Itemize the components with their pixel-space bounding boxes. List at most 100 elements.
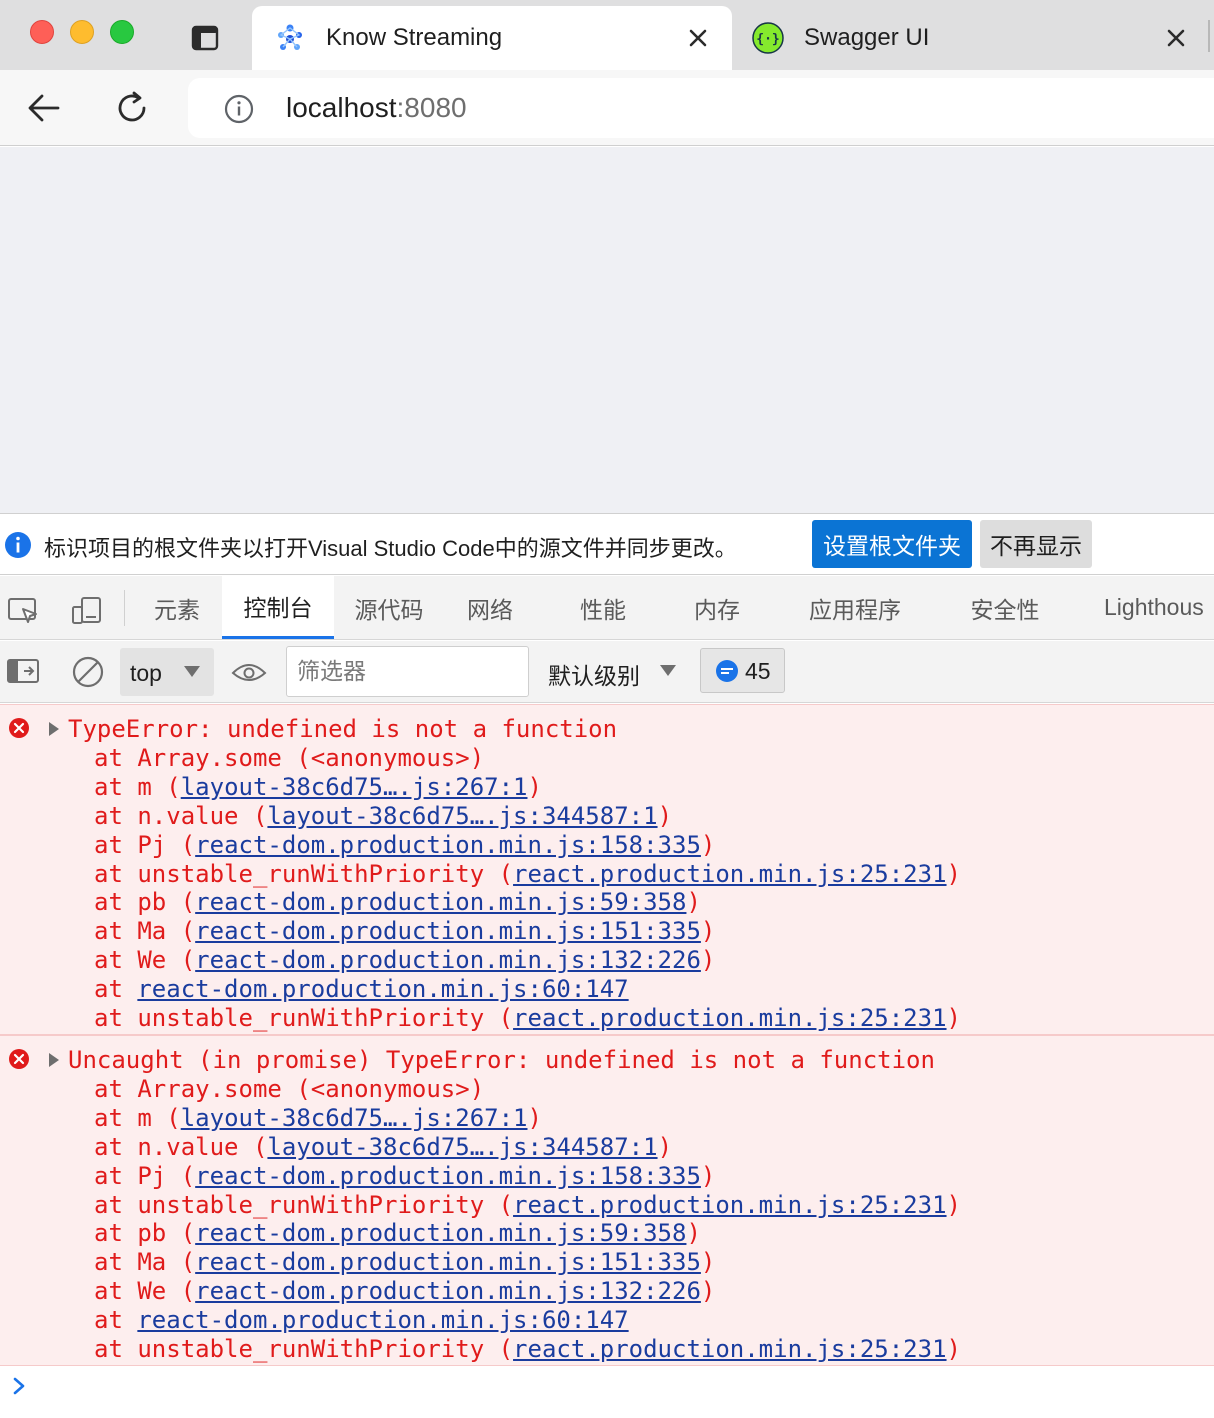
frame-at-keyword: at bbox=[94, 744, 138, 772]
console-error-message[interactable]: Uncaught (in promise) TypeError: undefin… bbox=[0, 1035, 1214, 1366]
address-bar[interactable]: localhost:8080 bbox=[188, 78, 1214, 138]
close-window-button[interactable] bbox=[30, 20, 54, 44]
show-sidebar-icon[interactable] bbox=[6, 657, 42, 687]
issues-chat-icon bbox=[716, 660, 738, 682]
tab-title: Know Streaming bbox=[326, 24, 503, 51]
stack-frame: at n.value (layout-38c6d75….js:344587:1) bbox=[94, 1132, 673, 1161]
frame-function-name: pb bbox=[137, 888, 167, 917]
context-selector[interactable]: top bbox=[120, 648, 214, 696]
stack-frame: at m (layout-38c6d75….js:267:1) bbox=[94, 772, 542, 801]
close-tab-icon[interactable] bbox=[686, 26, 710, 50]
reload-icon[interactable] bbox=[114, 90, 150, 126]
tab-elements[interactable]: 元素 bbox=[136, 576, 218, 639]
expand-triangle-icon[interactable] bbox=[48, 721, 60, 737]
frame-function-name: Ma bbox=[137, 1248, 167, 1277]
caret-down-icon[interactable] bbox=[660, 665, 676, 677]
source-location-link[interactable]: react.production.min.js:25:231 bbox=[513, 1004, 946, 1032]
frame-function-name: unstable_runWithPriority bbox=[137, 1335, 485, 1364]
source-location-link[interactable]: layout-38c6d75….js:344587:1 bbox=[267, 1133, 657, 1161]
device-toolbar-icon[interactable] bbox=[70, 594, 104, 628]
maximize-window-button[interactable] bbox=[110, 20, 134, 44]
source-location-link[interactable]: react-dom.production.min.js:132:226 bbox=[195, 1277, 701, 1305]
log-level-selector[interactable]: 默认级别 bbox=[548, 657, 640, 691]
minimize-window-button[interactable] bbox=[70, 20, 94, 44]
issues-counter-button[interactable]: 45 bbox=[700, 648, 785, 693]
source-location-link[interactable]: layout-38c6d75….js:267:1 bbox=[181, 773, 528, 801]
source-location-link[interactable]: react.production.min.js:25:231 bbox=[513, 860, 946, 888]
frame-anonymous-label: (<anonymous>) bbox=[296, 1075, 485, 1103]
tab-security[interactable]: 安全性 bbox=[956, 576, 1054, 639]
tab-performance[interactable]: 性能 bbox=[560, 576, 646, 639]
tab-memory[interactable]: 内存 bbox=[674, 576, 760, 639]
error-icon bbox=[9, 718, 29, 738]
source-location-link[interactable]: react.production.min.js:25:231 bbox=[513, 1191, 946, 1219]
source-location-link[interactable]: react-dom.production.min.js:60:147 bbox=[137, 975, 628, 1003]
frame-function-name: n.value bbox=[137, 801, 239, 830]
console-prompt-chevron-icon[interactable] bbox=[10, 1374, 30, 1398]
frame-at-keyword: at bbox=[94, 1248, 138, 1277]
issues-count: 45 bbox=[745, 658, 771, 684]
expand-triangle-icon[interactable] bbox=[48, 1052, 60, 1068]
source-location-link[interactable]: react-dom.production.min.js:59:358 bbox=[195, 888, 686, 916]
frame-at-keyword: at bbox=[94, 1103, 138, 1132]
caret-down-icon bbox=[184, 666, 200, 677]
browser-toolbar: localhost:8080 bbox=[0, 70, 1214, 146]
inspect-element-icon[interactable] bbox=[6, 594, 40, 628]
tab-actions-icon[interactable] bbox=[191, 24, 219, 52]
context-label: top bbox=[130, 660, 162, 686]
tab-application[interactable]: 应用程序 bbox=[796, 576, 914, 639]
tab-network[interactable]: 网络 bbox=[448, 576, 532, 639]
console-error-message[interactable]: TypeError: undefined is not a function a… bbox=[0, 704, 1214, 1035]
source-location-link[interactable]: react-dom.production.min.js:158:335 bbox=[195, 1162, 701, 1190]
clear-console-icon[interactable] bbox=[70, 654, 106, 690]
frame-function-name: n.value bbox=[137, 1132, 239, 1161]
frame-at-keyword: at bbox=[94, 917, 138, 946]
frame-at-keyword: at bbox=[94, 859, 138, 888]
source-location-link[interactable]: react-dom.production.min.js:151:335 bbox=[195, 1248, 701, 1276]
source-location-link[interactable]: react-dom.production.min.js:151:335 bbox=[195, 917, 701, 945]
browser-tab-know-streaming[interactable]: Know Streaming bbox=[252, 6, 732, 70]
tab-console[interactable]: 控制台 bbox=[222, 576, 334, 639]
frame-at-keyword: at bbox=[94, 1335, 138, 1364]
back-arrow-icon[interactable] bbox=[26, 90, 62, 126]
frame-at-keyword: at bbox=[94, 1132, 138, 1161]
stack-frame: at pb (react-dom.production.min.js:59:35… bbox=[94, 1219, 701, 1248]
frame-function-name: pb bbox=[137, 1219, 167, 1248]
frame-anonymous-label: (<anonymous>) bbox=[296, 744, 485, 772]
frame-function-name: unstable_runWithPriority bbox=[137, 859, 485, 888]
source-location-link[interactable]: react-dom.production.min.js:60:147 bbox=[137, 1306, 628, 1334]
frame-at-keyword: at bbox=[94, 830, 138, 859]
dont-show-again-button[interactable]: 不再显示 bbox=[980, 520, 1092, 568]
error-icon bbox=[9, 1049, 29, 1069]
stack-frame: at Pj (react-dom.production.min.js:158:3… bbox=[94, 1161, 716, 1190]
swagger-logo-icon: {·} bbox=[752, 22, 784, 54]
close-tab-icon[interactable] bbox=[1164, 26, 1188, 50]
browser-tab-swagger[interactable]: {·} Swagger UI bbox=[738, 6, 1200, 70]
source-location-link[interactable]: react-dom.production.min.js:158:335 bbox=[195, 831, 701, 859]
console-toolbar: top 默认级别 45 bbox=[0, 641, 1214, 703]
url-host: localhost bbox=[286, 92, 397, 123]
live-expression-eye-icon[interactable] bbox=[230, 655, 268, 689]
stack-trace: at Array.some (<anonymous>) at m (layout-… bbox=[94, 1075, 961, 1364]
stack-frame: at unstable_runWithPriority (react.produ… bbox=[94, 1004, 961, 1033]
tab-lighthouse[interactable]: Lighthous bbox=[1104, 576, 1214, 639]
set-root-folder-button[interactable]: 设置根文件夹 bbox=[812, 520, 972, 568]
frame-function-name: m bbox=[137, 772, 152, 801]
console-output: TypeError: undefined is not a function a… bbox=[0, 704, 1214, 1418]
frame-at-keyword: at bbox=[94, 975, 138, 1004]
site-info-icon[interactable] bbox=[224, 94, 254, 124]
frame-function-name: Pj bbox=[137, 830, 167, 859]
page-viewport bbox=[0, 147, 1214, 513]
source-location-link[interactable]: layout-38c6d75….js:344587:1 bbox=[267, 802, 657, 830]
stack-frame: at react-dom.production.min.js:60:147 bbox=[94, 1306, 961, 1335]
tab-sources[interactable]: 源代码 bbox=[340, 576, 438, 639]
source-location-link[interactable]: react-dom.production.min.js:59:358 bbox=[195, 1219, 686, 1247]
source-location-link[interactable]: react-dom.production.min.js:132:226 bbox=[195, 946, 701, 974]
source-location-link[interactable]: react.production.min.js:25:231 bbox=[513, 1335, 946, 1363]
stack-frame: at Pj (react-dom.production.min.js:158:3… bbox=[94, 830, 716, 859]
console-filter-input[interactable] bbox=[286, 646, 529, 697]
stack-frame: at Ma (react-dom.production.min.js:151:3… bbox=[94, 1248, 716, 1277]
frame-at-keyword: at bbox=[94, 801, 138, 830]
stack-frame: at m (layout-38c6d75….js:267:1) bbox=[94, 1103, 542, 1132]
source-location-link[interactable]: layout-38c6d75….js:267:1 bbox=[181, 1104, 528, 1132]
